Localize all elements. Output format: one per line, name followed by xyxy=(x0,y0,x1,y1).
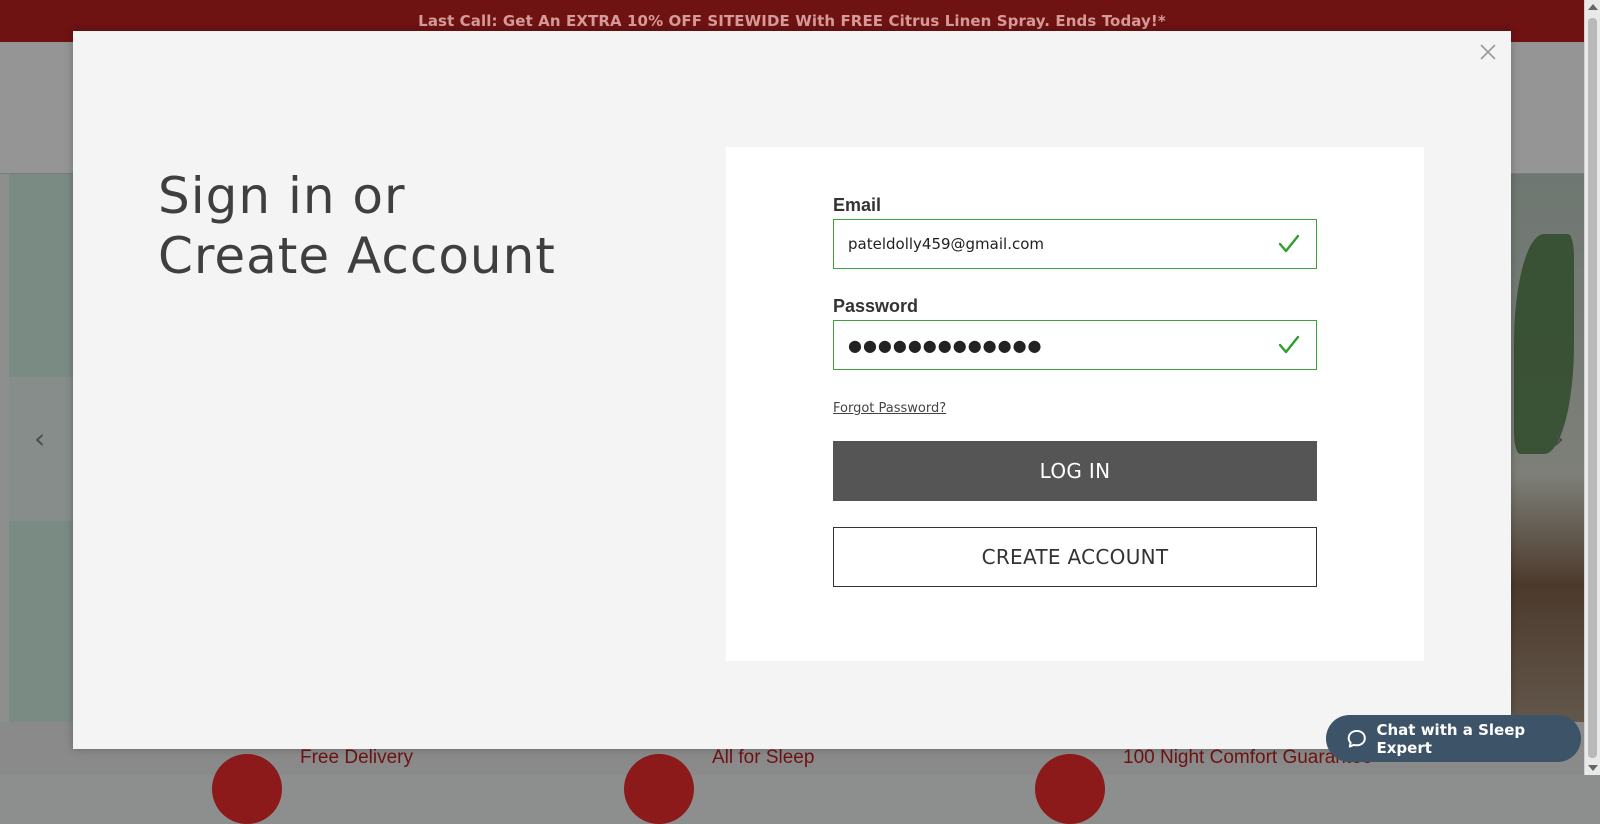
feature-comfort-guarantee: 100 Night Comfort Guarantee xyxy=(1035,747,1372,824)
feature-all-for-sleep: All for Sleep xyxy=(624,747,814,824)
modal-title: Sign in or Create Account xyxy=(158,166,556,286)
password-field[interactable] xyxy=(833,320,1317,370)
forgot-password-link[interactable]: Forgot Password? xyxy=(833,401,946,416)
scroll-down-icon[interactable] xyxy=(1588,765,1598,771)
log-in-button[interactable]: LOG IN xyxy=(833,441,1317,501)
close-button[interactable] xyxy=(1477,41,1499,63)
feature-free-delivery: Free Delivery xyxy=(212,747,413,824)
scroll-up-icon[interactable] xyxy=(1588,4,1598,10)
password-input[interactable] xyxy=(834,321,1276,369)
guarantee-badge-icon xyxy=(1035,754,1105,824)
email-field[interactable] xyxy=(833,219,1317,269)
password-label: Password xyxy=(833,296,919,316)
chat-with-expert-button[interactable]: Chat with a Sleep Expert xyxy=(1326,715,1581,762)
scroll-thumb[interactable] xyxy=(1588,18,1597,758)
title-line-2: Create Account xyxy=(158,227,556,285)
email-valid-check-icon xyxy=(1278,234,1300,253)
email-label: Email xyxy=(833,195,882,215)
sign-in-form: Email Password Forgot Password? LOG IN C… xyxy=(726,147,1424,661)
password-valid-check-icon xyxy=(1278,335,1300,354)
title-line-1: Sign in or xyxy=(158,167,406,225)
promo-text: Last Call: Get An EXTRA 10% OFF SITEWIDE… xyxy=(418,12,1166,30)
close-icon[interactable] xyxy=(1477,41,1499,63)
chat-bubble-icon xyxy=(1347,729,1366,748)
carousel-next-icon[interactable]: › xyxy=(1553,422,1564,455)
chat-label: Chat with a Sleep Expert xyxy=(1376,720,1526,757)
sign-in-modal: Sign in or Create Account Email Password… xyxy=(73,31,1511,749)
email-input[interactable] xyxy=(834,220,1276,268)
delivery-badge-icon xyxy=(212,754,282,824)
plant-image xyxy=(1514,234,1574,454)
feature-label: All for Sleep xyxy=(712,747,815,768)
feature-label: Free Delivery xyxy=(300,747,413,768)
create-account-button[interactable]: CREATE ACCOUNT xyxy=(833,527,1317,587)
sleep-badge-icon xyxy=(624,754,694,824)
carousel-prev-icon[interactable]: ‹ xyxy=(34,422,45,455)
page-scrollbar[interactable] xyxy=(1584,0,1600,775)
